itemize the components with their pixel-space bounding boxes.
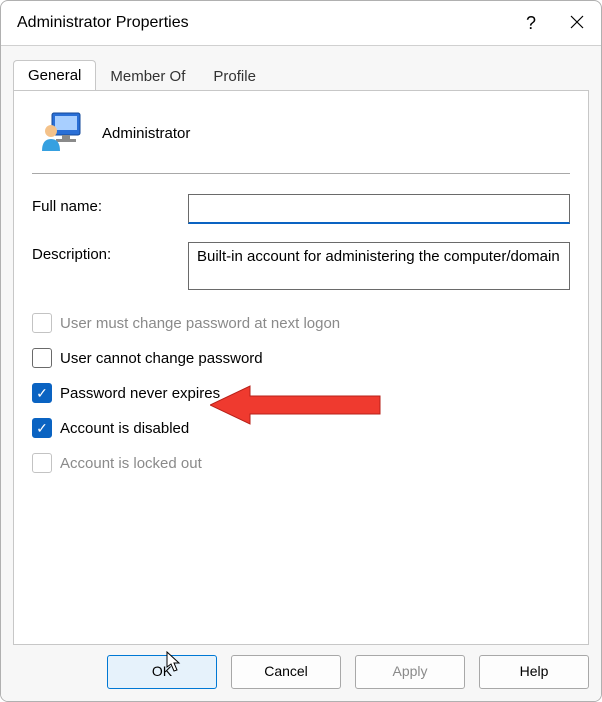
- checkbox-row-never-expires: ✓ Password never expires: [32, 383, 570, 403]
- titlebar-controls: ?: [521, 13, 587, 34]
- checkbox-row-locked-out: Account is locked out: [32, 453, 570, 473]
- label-cannot-change: User cannot change password: [60, 350, 263, 367]
- input-full-name[interactable]: [188, 194, 570, 224]
- dialog-window: Administrator Properties ? General Membe…: [0, 0, 602, 702]
- tab-profile[interactable]: Profile: [199, 62, 270, 91]
- close-icon[interactable]: [567, 13, 587, 34]
- user-account-name: Administrator: [102, 125, 190, 142]
- help-icon[interactable]: ?: [521, 13, 541, 34]
- apply-button[interactable]: Apply: [355, 655, 465, 689]
- label-full-name: Full name:: [32, 194, 188, 215]
- label-must-change: User must change password at next logon: [60, 315, 340, 332]
- tab-panel-general: Administrator Full name: Description: Bu…: [13, 90, 589, 645]
- checkbox-row-cannot-change: User cannot change password: [32, 348, 570, 368]
- window-title: Administrator Properties: [17, 14, 189, 32]
- label-description: Description:: [32, 242, 188, 263]
- dialog-body: General Member Of Profile Administrator: [1, 46, 601, 701]
- label-disabled-account: Account is disabled: [60, 420, 189, 437]
- cancel-button[interactable]: Cancel: [231, 655, 341, 689]
- tabstrip: General Member Of Profile: [13, 56, 589, 90]
- input-description[interactable]: Built-in account for administering the c…: [188, 242, 570, 290]
- checkbox-disabled-account[interactable]: ✓: [32, 418, 52, 438]
- checkbox-row-disabled-account: ✓ Account is disabled: [32, 418, 570, 438]
- tab-member-of[interactable]: Member Of: [96, 62, 199, 91]
- titlebar: Administrator Properties ?: [1, 1, 601, 46]
- tab-general[interactable]: General: [13, 60, 96, 91]
- label-never-expires: Password never expires: [60, 385, 220, 402]
- checkbox-cannot-change[interactable]: [32, 348, 52, 368]
- ok-button[interactable]: OK: [107, 655, 217, 689]
- checkbox-never-expires[interactable]: ✓: [32, 383, 52, 403]
- checkbox-must-change: [32, 313, 52, 333]
- checkbox-row-must-change: User must change password at next logon: [32, 313, 570, 333]
- row-description: Description: Built-in account for admini…: [32, 242, 570, 290]
- separator: [32, 173, 570, 174]
- help-button[interactable]: Help: [479, 655, 589, 689]
- user-header: Administrator: [32, 107, 570, 173]
- checkbox-locked-out: [32, 453, 52, 473]
- row-full-name: Full name:: [32, 194, 570, 224]
- label-locked-out: Account is locked out: [60, 455, 202, 472]
- button-bar: OK Cancel Apply Help: [13, 645, 589, 689]
- user-icon: [38, 111, 82, 155]
